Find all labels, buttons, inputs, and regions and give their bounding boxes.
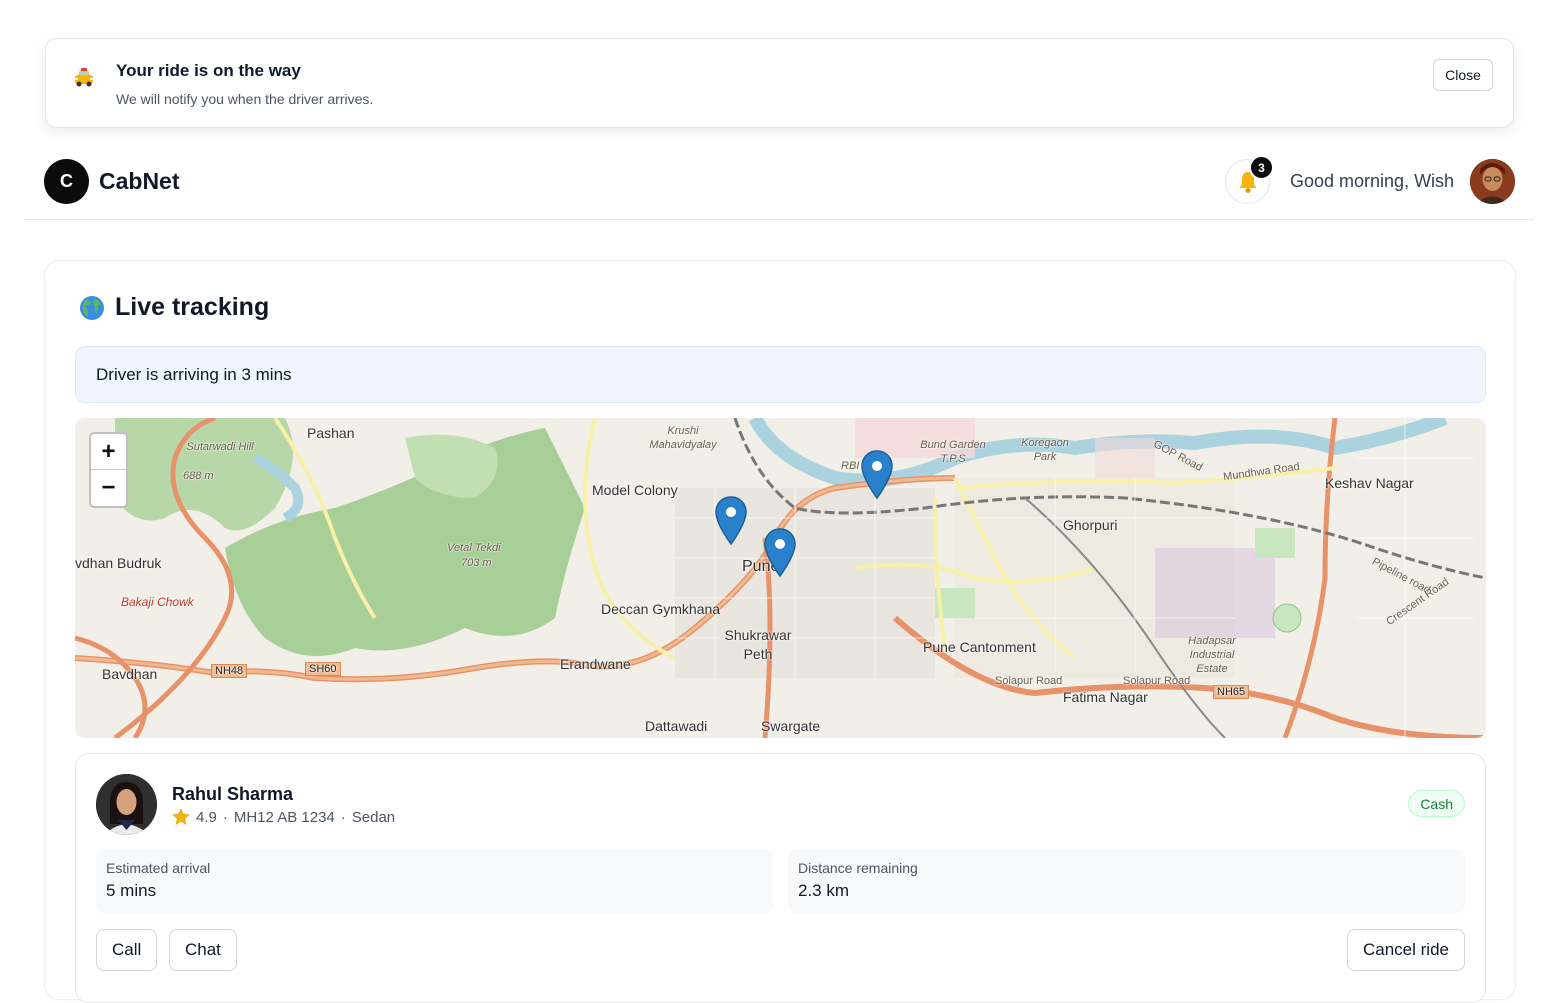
map-label: 688 m [183, 470, 214, 482]
map-pin-icon[interactable] [861, 450, 893, 500]
map-label: Bund Garden T.P.S [920, 439, 986, 465]
meta-separator: · [340, 808, 346, 826]
map-label: Solapur Road [995, 675, 1063, 687]
map-label: Bakaji Chowk [121, 595, 194, 609]
distance-label: Distance remaining [798, 860, 918, 876]
globe-icon [80, 295, 104, 320]
map-label: Vetal Tekdi [447, 542, 501, 554]
driver-name: Rahul Sharma [172, 784, 294, 804]
map-label: Swargate [761, 718, 821, 734]
zoom-control: + − [89, 432, 128, 508]
map-label: Deccan Gymkhana [601, 601, 721, 617]
map-label: vdhan Budruk [75, 555, 162, 571]
ride-toast: Your ride is on the way We will notify y… [45, 38, 1514, 128]
driver-meta: 4.9 · MH12 AB 1234 · Sedan [172, 808, 395, 826]
map-label: Dattawadi [645, 718, 708, 734]
map-pin-icon[interactable] [764, 528, 796, 578]
eta-stat: Estimated arrival 5 mins [96, 849, 773, 913]
map-label: Pune Cantonment [923, 639, 1036, 655]
arrival-banner: Driver is arriving in 3 mins [75, 346, 1486, 403]
map-label: Ghorpuri [1063, 517, 1118, 533]
star-icon [172, 808, 190, 826]
map-view[interactable]: + − Pashan Sutarwadi Hill 688 m Krushi M… [75, 418, 1486, 738]
brand-name[interactable]: CabNet [99, 168, 180, 195]
toast-title: Your ride is on the way [116, 61, 301, 80]
live-tracking-card: Live tracking Driver is arriving in 3 mi… [44, 260, 1516, 1003]
toast-close-button[interactable]: Close [1433, 59, 1493, 91]
eta-label: Estimated arrival [106, 860, 211, 876]
driver-rating: 4.9 [196, 808, 217, 826]
zoom-in-button[interactable]: + [91, 434, 126, 470]
map-label: Fatima Nagar [1063, 689, 1148, 705]
driver-card: Rahul Sharma 4.9 · MH12 AB 1234 · Sedan … [75, 753, 1486, 1003]
map-label: Solapur Road [1123, 675, 1191, 687]
driver-plate: MH12 AB 1234 [233, 808, 335, 826]
map-label: Shukrawar Peth [724, 627, 792, 662]
map-label: 703 m [461, 557, 492, 569]
payment-badge: Cash [1408, 790, 1465, 817]
user-avatar[interactable] [1470, 159, 1515, 204]
distance-stat: Distance remaining 2.3 km [788, 849, 1465, 913]
map-label: Krushi Mahavidyalay [649, 425, 717, 451]
toast-message: We will notify you when the driver arriv… [116, 91, 374, 107]
chat-button[interactable]: Chat [169, 929, 237, 971]
app-header: C CabNet 3 Good morning, Wish [24, 144, 1534, 220]
map-route-shield: NH48 [211, 664, 248, 678]
map-label: Model Colony [592, 482, 678, 498]
eta-value: 5 mins [106, 881, 157, 900]
map-label: Pashan [307, 425, 355, 441]
notification-count-badge: 3 [1249, 155, 1274, 180]
map-label: Koregaon Park [1021, 437, 1069, 463]
map-route-shield: SH60 [305, 662, 341, 676]
map-label: Bavdhan [102, 666, 158, 682]
driver-avatar [96, 774, 157, 835]
map-label: Keshav Nagar [1325, 475, 1414, 491]
cancel-ride-button[interactable]: Cancel ride [1347, 929, 1465, 971]
live-tracking-title: Live tracking [115, 293, 270, 321]
map-label: Sutarwadi Hill [186, 441, 254, 453]
driver-car-type: Sedan [351, 808, 396, 826]
map-pin-icon[interactable] [715, 496, 747, 546]
map-label: Hadapsar Industrial Estate [1188, 635, 1236, 675]
map-label: Erandwane [560, 656, 631, 672]
map-route-shield: NH65 [1213, 685, 1250, 699]
meta-separator: · [222, 808, 228, 826]
distance-value: 2.3 km [798, 881, 850, 900]
card-title: Live tracking [79, 293, 269, 322]
greeting-text: Good morning, Wish [1290, 171, 1455, 191]
logo[interactable]: C [44, 159, 89, 204]
taxi-icon [75, 68, 93, 87]
call-button[interactable]: Call [96, 929, 158, 971]
zoom-out-button[interactable]: − [91, 470, 126, 506]
